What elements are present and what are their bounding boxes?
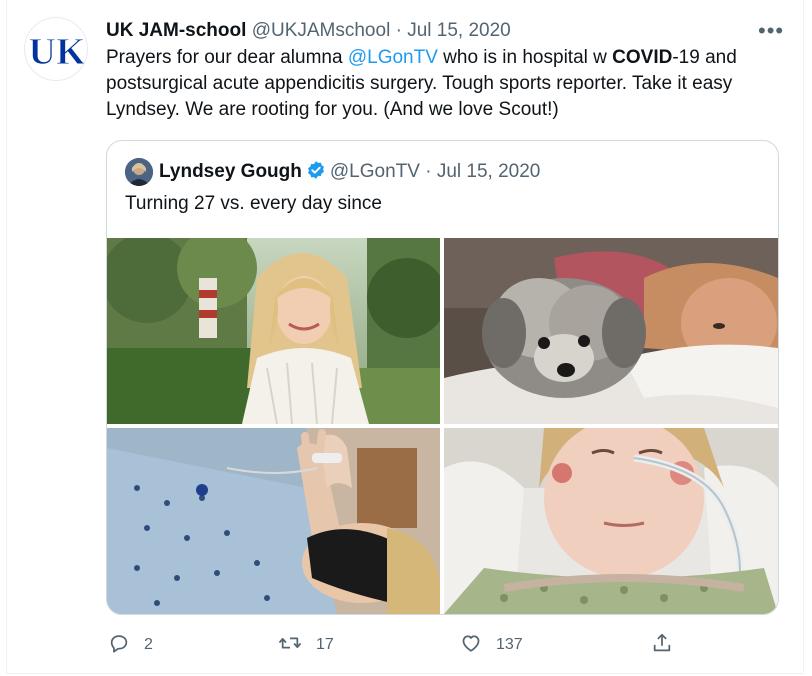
tweet-text-part: Prayers for our dear alumna [106,47,348,68]
avatar-photo [125,158,153,186]
retweet-button[interactable]: 17 [278,630,334,660]
meta-separator: · [395,20,402,41]
photo-birthday[interactable] [107,238,440,424]
reply-button[interactable]: 2 [108,630,153,660]
tweet-date[interactable]: Jul 15, 2020 [407,20,511,41]
svg-text:UK: UK [29,31,86,73]
quote-author-avatar[interactable] [125,158,153,186]
author-handle[interactable]: @UKJAMschool [252,20,391,41]
quote-author-name[interactable]: Lyndsey Gough [159,161,302,182]
quote-date[interactable]: Jul 15, 2020 [437,161,541,182]
quote-meta-separator: · [425,161,432,182]
reply-count: 2 [144,636,153,653]
tweet-header: UK JAM-school @UKJAMschool · Jul 15, 202… [106,19,511,43]
action-bar: 2 17 137 [106,630,671,660]
share-icon [651,632,673,659]
quote-author-handle[interactable]: @LGonTV [330,161,420,182]
photo-hospital-mask[interactable] [107,428,440,614]
mention-link[interactable]: @LGonTV [348,47,438,68]
photo-hospital-tube[interactable] [444,428,778,614]
tweet-text-part: who is in hospital w [437,47,613,68]
tweet-text-bold: COVID [612,47,673,68]
photo-grid [107,238,778,614]
reply-icon [108,632,130,659]
share-button[interactable] [651,630,673,660]
author-avatar[interactable]: UK [24,17,88,81]
verified-badge-icon [306,160,326,187]
like-icon [460,632,482,659]
uk-logo: UK [28,31,86,74]
quote-header: Lyndsey Gough @LGonTV · Jul 15, 2020 [159,160,540,187]
retweet-icon [278,632,302,659]
like-button[interactable]: 137 [460,630,523,660]
tweet-text: Prayers for our dear alumna @LGonTV who … [106,45,786,123]
quoted-tweet[interactable]: Lyndsey Gough @LGonTV · Jul 15, 2020 Tur… [106,140,779,615]
author-name[interactable]: UK JAM-school [106,20,246,41]
more-options-icon[interactable]: ••• [758,18,784,44]
quote-text: Turning 27 vs. every day since [125,193,382,214]
photo-dog[interactable] [444,238,778,424]
like-count: 137 [496,636,523,653]
retweet-count: 17 [316,636,334,653]
